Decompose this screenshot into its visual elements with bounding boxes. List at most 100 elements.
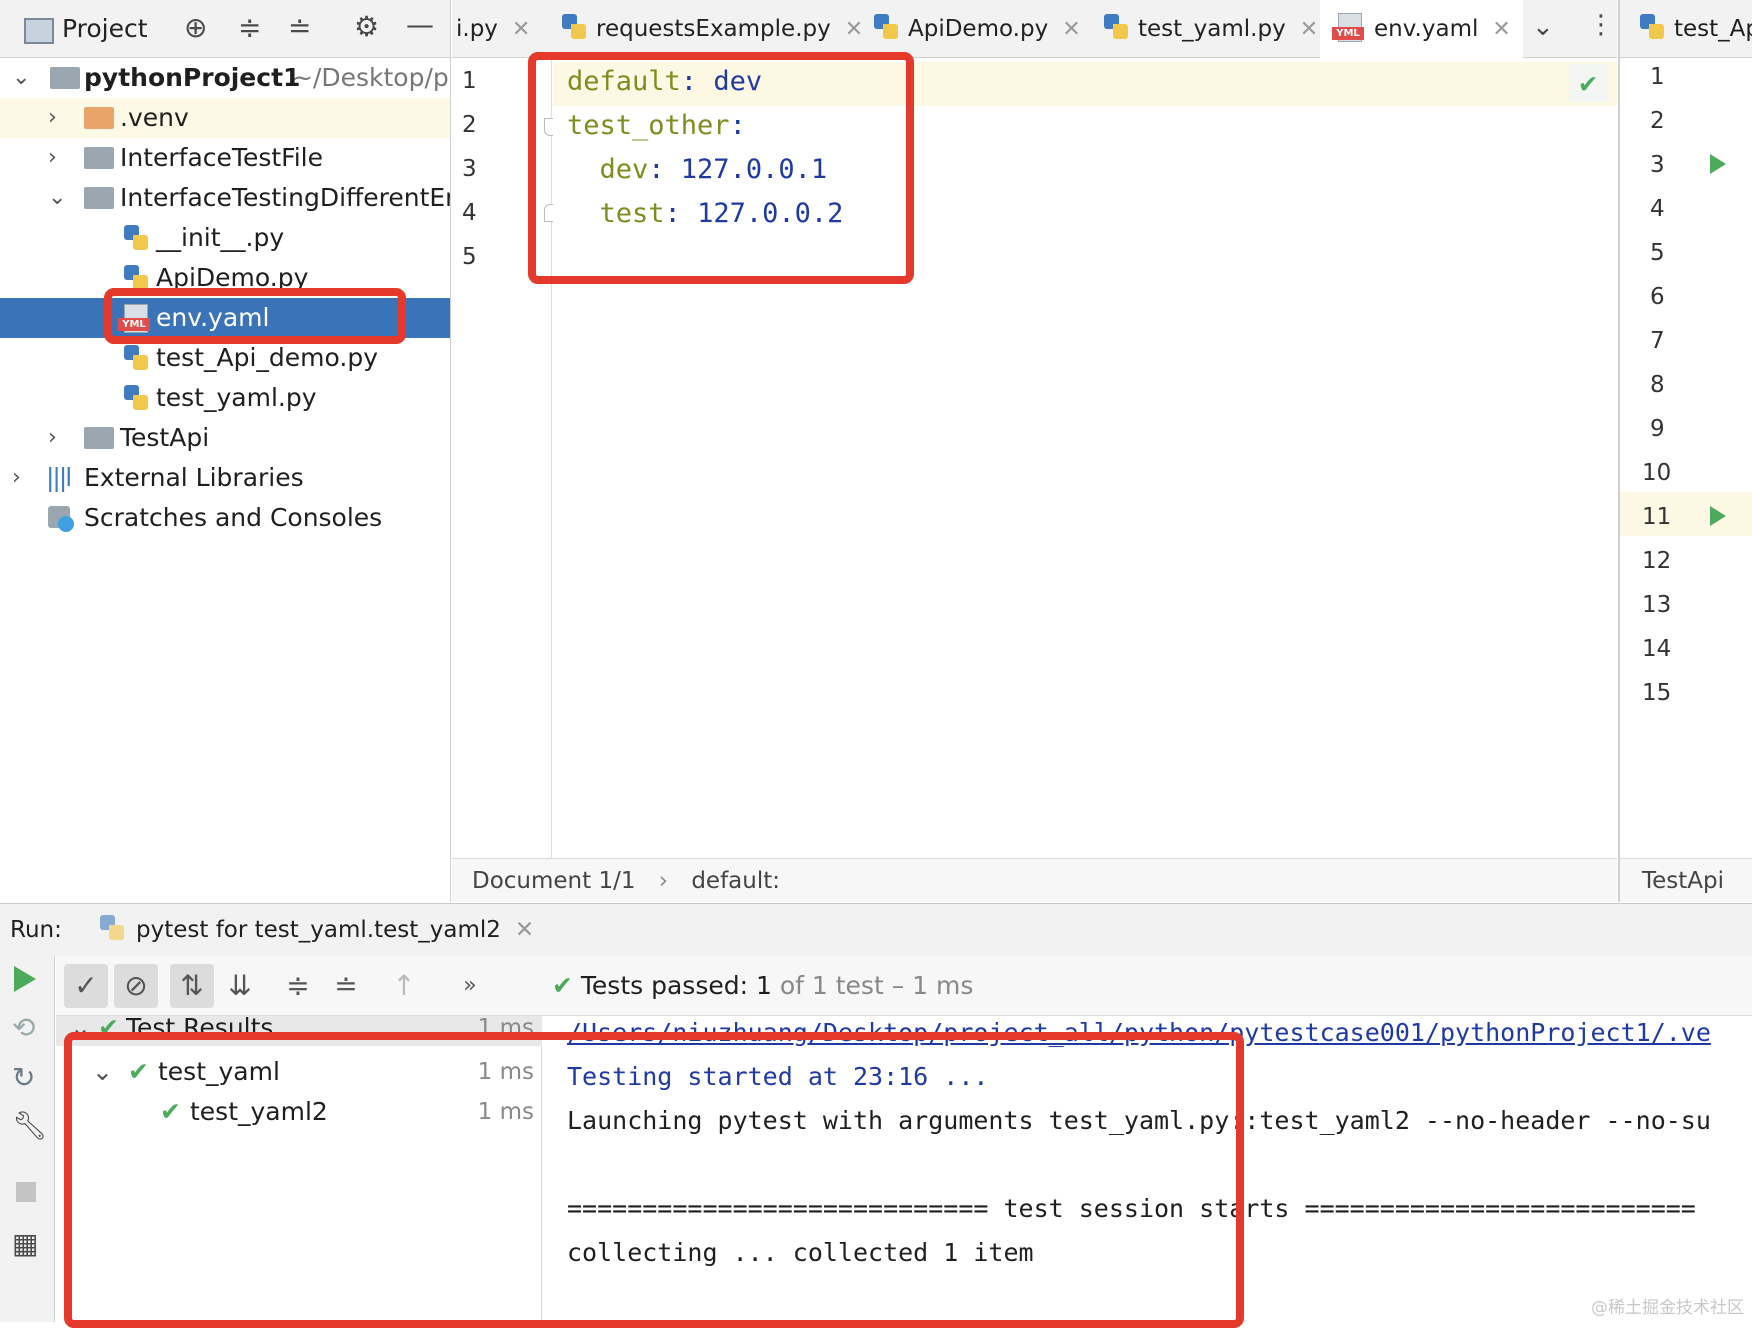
tree-row-test-yaml2[interactable]: ✔ test_yaml2 1 ms — [56, 1092, 542, 1132]
console-line: ============================ test sessio… — [567, 1194, 1696, 1223]
inspection-ok-icon[interactable]: ✔ — [1569, 64, 1607, 102]
status-count: 1 — [755, 971, 772, 1000]
show-ignored-icon[interactable]: ⊘ — [114, 964, 158, 1008]
close-icon[interactable]: ✕ — [515, 917, 534, 943]
close-icon[interactable]: ✕ — [1062, 17, 1080, 42]
locate-icon[interactable]: ⊕ — [184, 14, 207, 42]
close-icon[interactable]: ✕ — [1300, 17, 1318, 42]
tree-row-test-yaml[interactable]: ⌄ ✔ test_yaml 1 ms — [56, 1052, 542, 1092]
line-number: 4 — [462, 200, 477, 226]
chevron-right-icon[interactable]: › — [48, 138, 57, 178]
console-line: Testing started at 23:16 ... — [567, 1062, 989, 1091]
console-line: Launching pytest with arguments test_yam… — [567, 1106, 1711, 1135]
code-line: test: 127.0.0.2 — [567, 198, 844, 229]
expand-all-icon[interactable]: ≑ — [276, 964, 320, 1008]
tree-item-external-libraries[interactable]: › |||l External Libraries — [0, 458, 450, 498]
gear-icon[interactable]: ⚙ — [354, 13, 379, 41]
chevron-right-icon[interactable]: › — [48, 418, 57, 458]
close-icon[interactable]: ✕ — [512, 17, 530, 42]
chevron-right-icon[interactable]: › — [48, 98, 57, 138]
rerun-failed-icon[interactable]: ⟲ — [12, 1014, 35, 1042]
python-file-icon — [1640, 14, 1664, 41]
status-prefix: Tests passed: — [580, 971, 749, 1000]
more-actions-icon[interactable]: » — [448, 964, 492, 1008]
close-icon[interactable]: ✕ — [1492, 17, 1510, 42]
tree-item-pythonproject1[interactable]: ⌄ pythonProject1 ~/Desktop/pr — [0, 58, 450, 98]
more-icon[interactable]: ⋮ — [1588, 12, 1614, 38]
line-number: 13 — [1642, 592, 1672, 618]
tree-item-venv[interactable]: › .venv — [0, 98, 450, 138]
layout-icon[interactable]: ▦ — [12, 1230, 38, 1258]
run-tool-window-header: Run: pytest for test_yaml.test_yaml2 ✕ — [0, 903, 1752, 961]
tree-item-label: TestApi — [120, 423, 210, 452]
project-panel-title[interactable]: Project — [62, 14, 148, 43]
sort-duration-icon[interactable]: ⇊ — [218, 964, 262, 1008]
duration: 1 ms — [477, 1059, 534, 1085]
tree-row-test-results[interactable]: ⌄ ✔ Test Results 1 ms — [56, 1016, 542, 1046]
run-label: Run: — [10, 917, 62, 943]
watermark: @稀土掘金技术社区 — [1591, 1298, 1744, 1318]
chevron-right-icon[interactable]: › — [12, 458, 21, 498]
current-line-highlight — [1620, 492, 1752, 536]
code-editor[interactable]: default: dev test_other: dev: 127.0.0.1 … — [553, 58, 1617, 858]
tree-item-test-yaml-py[interactable]: test_yaml.py — [0, 378, 450, 418]
console-output[interactable]: /Users/niuzhuang/Desktop/project_all/pyt… — [543, 1016, 1752, 1322]
run-test-icon[interactable] — [1710, 154, 1726, 174]
toggle-autotest-icon[interactable]: ↻ — [12, 1064, 35, 1092]
folder-icon — [84, 427, 114, 449]
collapse-all-icon[interactable]: ≐ — [288, 14, 311, 42]
line-number: 4 — [1650, 196, 1665, 222]
tree-item-scratches[interactable]: Scratches and Consoles — [0, 498, 450, 538]
chevron-down-icon[interactable]: ⌄ — [70, 1016, 91, 1046]
previous-failed-icon[interactable]: ↑ — [382, 964, 426, 1008]
tree-item-label: ApiDemo.py — [156, 263, 309, 292]
line-number: 8 — [1650, 372, 1665, 398]
show-passed-icon[interactable]: ✓ — [64, 964, 108, 1008]
chevron-down-icon[interactable]: ⌄ — [92, 1052, 113, 1092]
tab-label: env.yaml — [1374, 16, 1479, 42]
tree-row-label: test_yaml2 — [190, 1097, 328, 1126]
hide-icon[interactable]: — — [406, 11, 434, 39]
tree-item-label: env.yaml — [156, 303, 270, 332]
tree-item-interfacetestfile[interactable]: › InterfaceTestFile — [0, 138, 450, 178]
run-test-icon[interactable] — [1710, 506, 1726, 526]
chevron-down-icon[interactable]: ⌄ — [48, 178, 66, 218]
console-line[interactable]: /Users/niuzhuang/Desktop/project_all/pyt… — [567, 1018, 1711, 1047]
run-tab-label: pytest for test_yaml.test_yaml2 — [136, 917, 501, 943]
sort-alpha-icon[interactable]: ⇅ — [170, 964, 214, 1008]
breadcrumb-item[interactable]: TestApi — [1620, 858, 1752, 902]
chevron-down-icon[interactable]: ⌄ — [1532, 14, 1554, 40]
line-number: 11 — [1642, 504, 1672, 530]
collapse-all-icon[interactable]: ≐ — [324, 964, 368, 1008]
tab-test-api-demo[interactable]: test_Api — [1620, 0, 1752, 58]
tree-item-testapi[interactable]: › TestApi — [0, 418, 450, 458]
tab-test-yaml-py[interactable]: test_yaml.py ✕ — [1104, 0, 1318, 58]
tab-i-py[interactable]: i.py ✕ — [456, 0, 530, 58]
tab-env-yaml[interactable]: YML env.yaml ✕ — [1320, 0, 1523, 62]
run-config-tab[interactable]: pytest for test_yaml.test_yaml2 ✕ — [76, 904, 555, 961]
code-line: default: dev — [567, 66, 763, 97]
breadcrumb-item[interactable]: Document 1/1 — [472, 868, 635, 894]
tab-requestsexample-py[interactable]: requestsExample.py ✕ — [562, 0, 863, 58]
tree-item-env-yaml[interactable]: YML env.yaml — [0, 298, 450, 338]
expand-all-icon[interactable]: ≑ — [238, 14, 261, 42]
tree-item-apidemo-py[interactable]: ApiDemo.py — [0, 258, 450, 298]
line-number: 12 — [1642, 548, 1672, 574]
close-icon[interactable]: ✕ — [845, 17, 863, 42]
python-file-icon — [124, 265, 148, 292]
rerun-icon[interactable] — [14, 966, 36, 992]
tree-item-label: __init__.py — [156, 223, 285, 252]
tree-item-label: Scratches and Consoles — [84, 503, 383, 532]
breadcrumb-item[interactable]: default: — [691, 868, 780, 894]
wrench-icon[interactable]: 🔧︎ — [12, 1112, 48, 1140]
tree-item-init-py[interactable]: __init__.py — [0, 218, 450, 258]
tab-apidemo-py[interactable]: ApiDemo.py ✕ — [874, 0, 1081, 58]
chevron-down-icon[interactable]: ⌄ — [12, 58, 30, 98]
project-view-icon[interactable] — [24, 18, 54, 44]
tree-item-interfacetestingdifferentenv[interactable]: ⌄ InterfaceTestingDifferentEn — [0, 178, 450, 218]
test-runner-toolbar: ✓ ⊘ ⇅ ⇊ ≑ ≐ ↑ » ✔ Tests passed: 1 of 1 t… — [56, 956, 1752, 1016]
tree-item-test-api-demo-py[interactable]: test_Api_demo.py — [0, 338, 450, 378]
project-panel-header: Project ⊕ ≑ ≐ ⚙ — — [0, 0, 450, 58]
line-number: 9 — [1650, 416, 1665, 442]
stop-icon[interactable] — [16, 1182, 36, 1202]
